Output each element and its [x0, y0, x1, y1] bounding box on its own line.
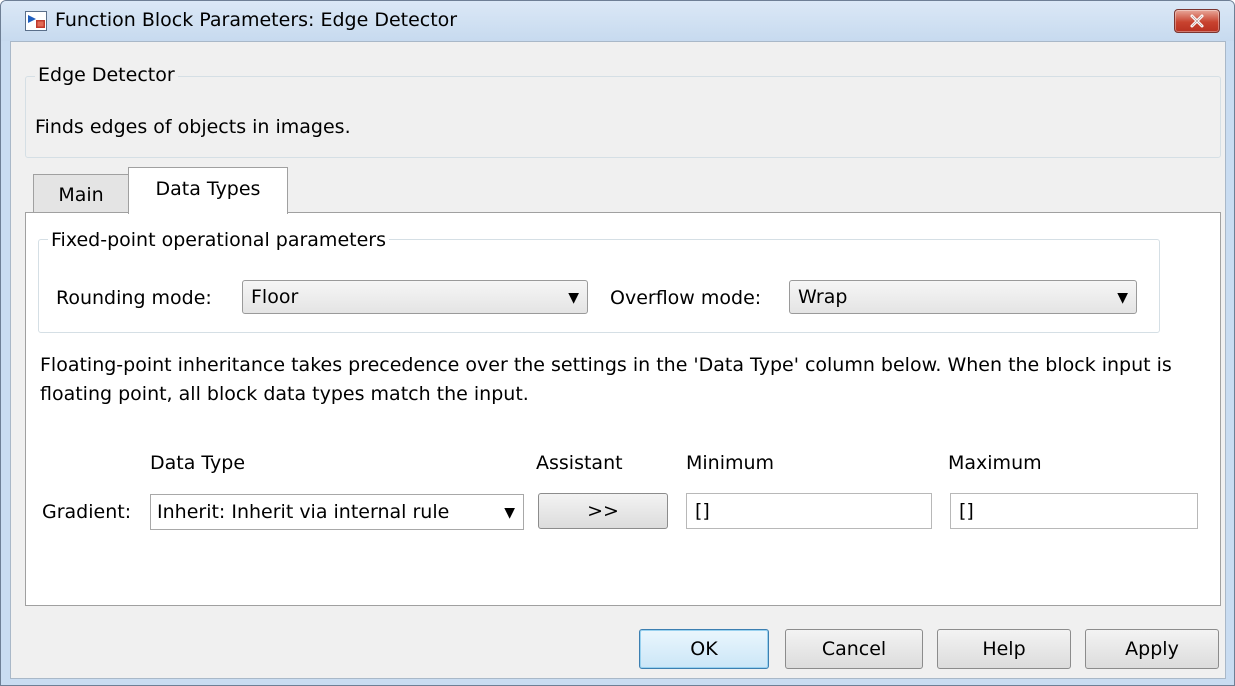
- dialog-content: Edge Detector Finds edges of objects in …: [10, 41, 1226, 679]
- overflow-mode-label: Overflow mode:: [610, 287, 762, 309]
- gradient-data-type-select[interactable]: Inherit: Inherit via internal rule ▼: [150, 494, 524, 530]
- data-types-panel: Fixed-point operational parameters Round…: [25, 212, 1221, 606]
- close-button[interactable]: [1174, 9, 1220, 33]
- ok-button[interactable]: OK: [639, 629, 769, 669]
- window-title: Function Block Parameters: Edge Detector: [55, 9, 458, 31]
- column-header-maximum: Maximum: [948, 452, 1042, 474]
- gradient-assistant-button[interactable]: >>: [538, 493, 668, 529]
- tab-main[interactable]: Main: [33, 174, 129, 213]
- dialog-window: Function Block Parameters: Edge Detector…: [0, 0, 1235, 686]
- gradient-minimum-value: []: [695, 500, 710, 522]
- rounding-mode-select[interactable]: Floor ▼: [242, 280, 588, 314]
- tab-main-label: Main: [58, 184, 104, 206]
- help-button[interactable]: Help: [937, 629, 1071, 669]
- simulink-block-icon: [25, 11, 47, 31]
- gradient-data-type-value: Inherit: Inherit via internal rule: [157, 501, 450, 523]
- overflow-mode-value: Wrap: [798, 286, 848, 308]
- chevron-down-icon: ▼: [1117, 290, 1128, 306]
- column-header-assistant: Assistant: [536, 452, 623, 474]
- description-text: Finds edges of objects in images.: [35, 116, 351, 138]
- apply-button[interactable]: Apply: [1085, 629, 1219, 669]
- overflow-mode-select[interactable]: Wrap ▼: [789, 280, 1137, 314]
- close-icon: [1190, 14, 1204, 28]
- gradient-maximum-input[interactable]: []: [950, 493, 1198, 529]
- fixed-point-group-label: Fixed-point operational parameters: [48, 229, 389, 251]
- gradient-minimum-input[interactable]: []: [686, 493, 932, 529]
- rounding-mode-label: Rounding mode:: [56, 287, 212, 309]
- floating-point-info: Floating-point inheritance takes precede…: [40, 354, 1172, 405]
- chevron-down-icon: ▼: [568, 290, 579, 306]
- column-header-data-type: Data Type: [150, 452, 246, 474]
- tab-data-types-label: Data Types: [155, 178, 261, 200]
- rounding-mode-value: Floor: [251, 286, 299, 308]
- chevron-down-icon: ▼: [504, 505, 515, 521]
- cancel-button[interactable]: Cancel: [785, 629, 923, 669]
- tab-data-types[interactable]: Data Types: [128, 167, 288, 214]
- column-header-minimum: Minimum: [686, 452, 775, 474]
- gradient-label: Gradient:: [42, 501, 132, 523]
- title-bar[interactable]: Function Block Parameters: Edge Detector: [1, 1, 1234, 41]
- gradient-maximum-value: []: [959, 500, 974, 522]
- description-group-label: Edge Detector: [35, 64, 178, 86]
